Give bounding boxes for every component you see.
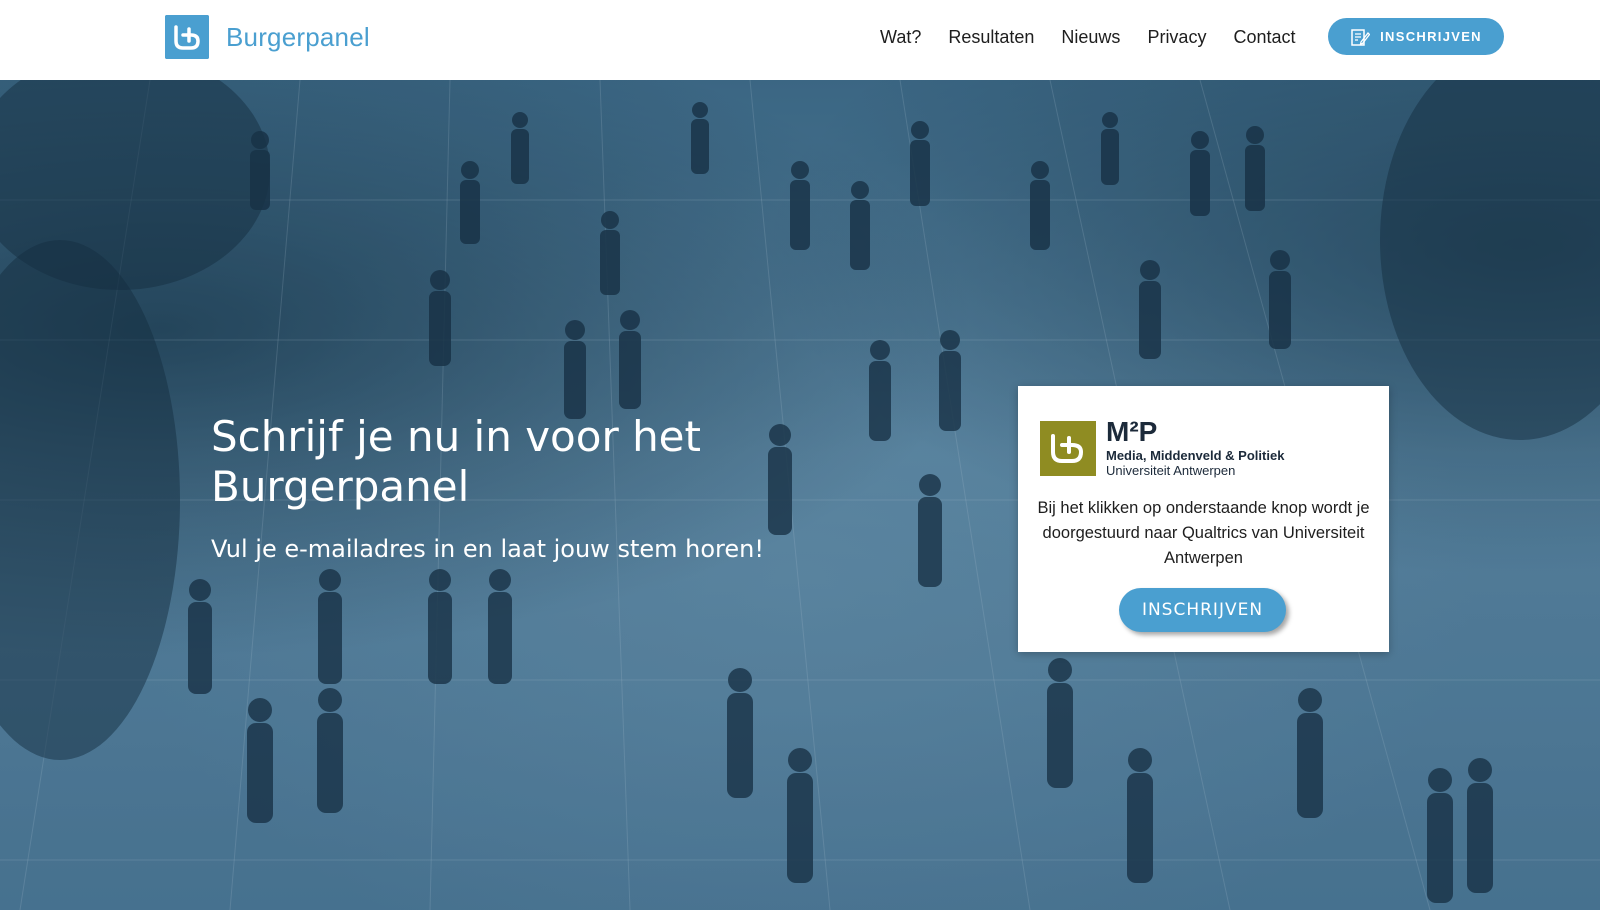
- edit-document-icon: [1351, 28, 1371, 46]
- m2p-text: M²P Media, Middenveld & Politiek Univers…: [1106, 416, 1285, 479]
- m2p-logo-icon: [1040, 420, 1096, 476]
- nav-item-contact[interactable]: Contact: [1233, 27, 1295, 48]
- hero-subtitle: Vul je e-mailadres in en laat jouw stem …: [211, 535, 764, 563]
- brand-logo-link[interactable]: Burgerpanel: [165, 15, 370, 59]
- nav-item-privacy[interactable]: Privacy: [1147, 27, 1206, 48]
- nav-item-wat[interactable]: Wat?: [880, 27, 921, 48]
- main-nav: Wat? Resultaten Nieuws Privacy Contact: [880, 0, 1323, 74]
- m2p-university: Universiteit Antwerpen: [1106, 463, 1236, 478]
- header-signup-label: INSCHRIJVEN: [1380, 29, 1482, 44]
- m2p-logo: M²P Media, Middenveld & Politiek Univers…: [1040, 418, 1284, 478]
- m2p-subtitle: Media, Middenveld & Politiek: [1106, 448, 1285, 463]
- brand-name: Burgerpanel: [226, 21, 370, 52]
- hero-section: Schrijf je nu in voor het Burgerpanel Vu…: [0, 80, 1600, 910]
- nav-item-resultaten[interactable]: Resultaten: [948, 27, 1034, 48]
- burgerpanel-logo-icon: [165, 15, 209, 59]
- header-signup-button[interactable]: INSCHRIJVEN: [1328, 18, 1504, 55]
- hero-title: Schrijf je nu in voor het Burgerpanel: [211, 412, 701, 511]
- signup-card: M²P Media, Middenveld & Politiek Univers…: [1018, 386, 1389, 652]
- card-signup-button[interactable]: INSCHRIJVEN: [1119, 588, 1286, 632]
- m2p-title: M²P: [1106, 416, 1158, 447]
- nav-item-nieuws[interactable]: Nieuws: [1061, 27, 1120, 48]
- site-header: Burgerpanel Wat? Resultaten Nieuws Priva…: [0, 0, 1600, 80]
- redirect-notice: Bij het klikken op onderstaande knop wor…: [1037, 499, 1370, 567]
